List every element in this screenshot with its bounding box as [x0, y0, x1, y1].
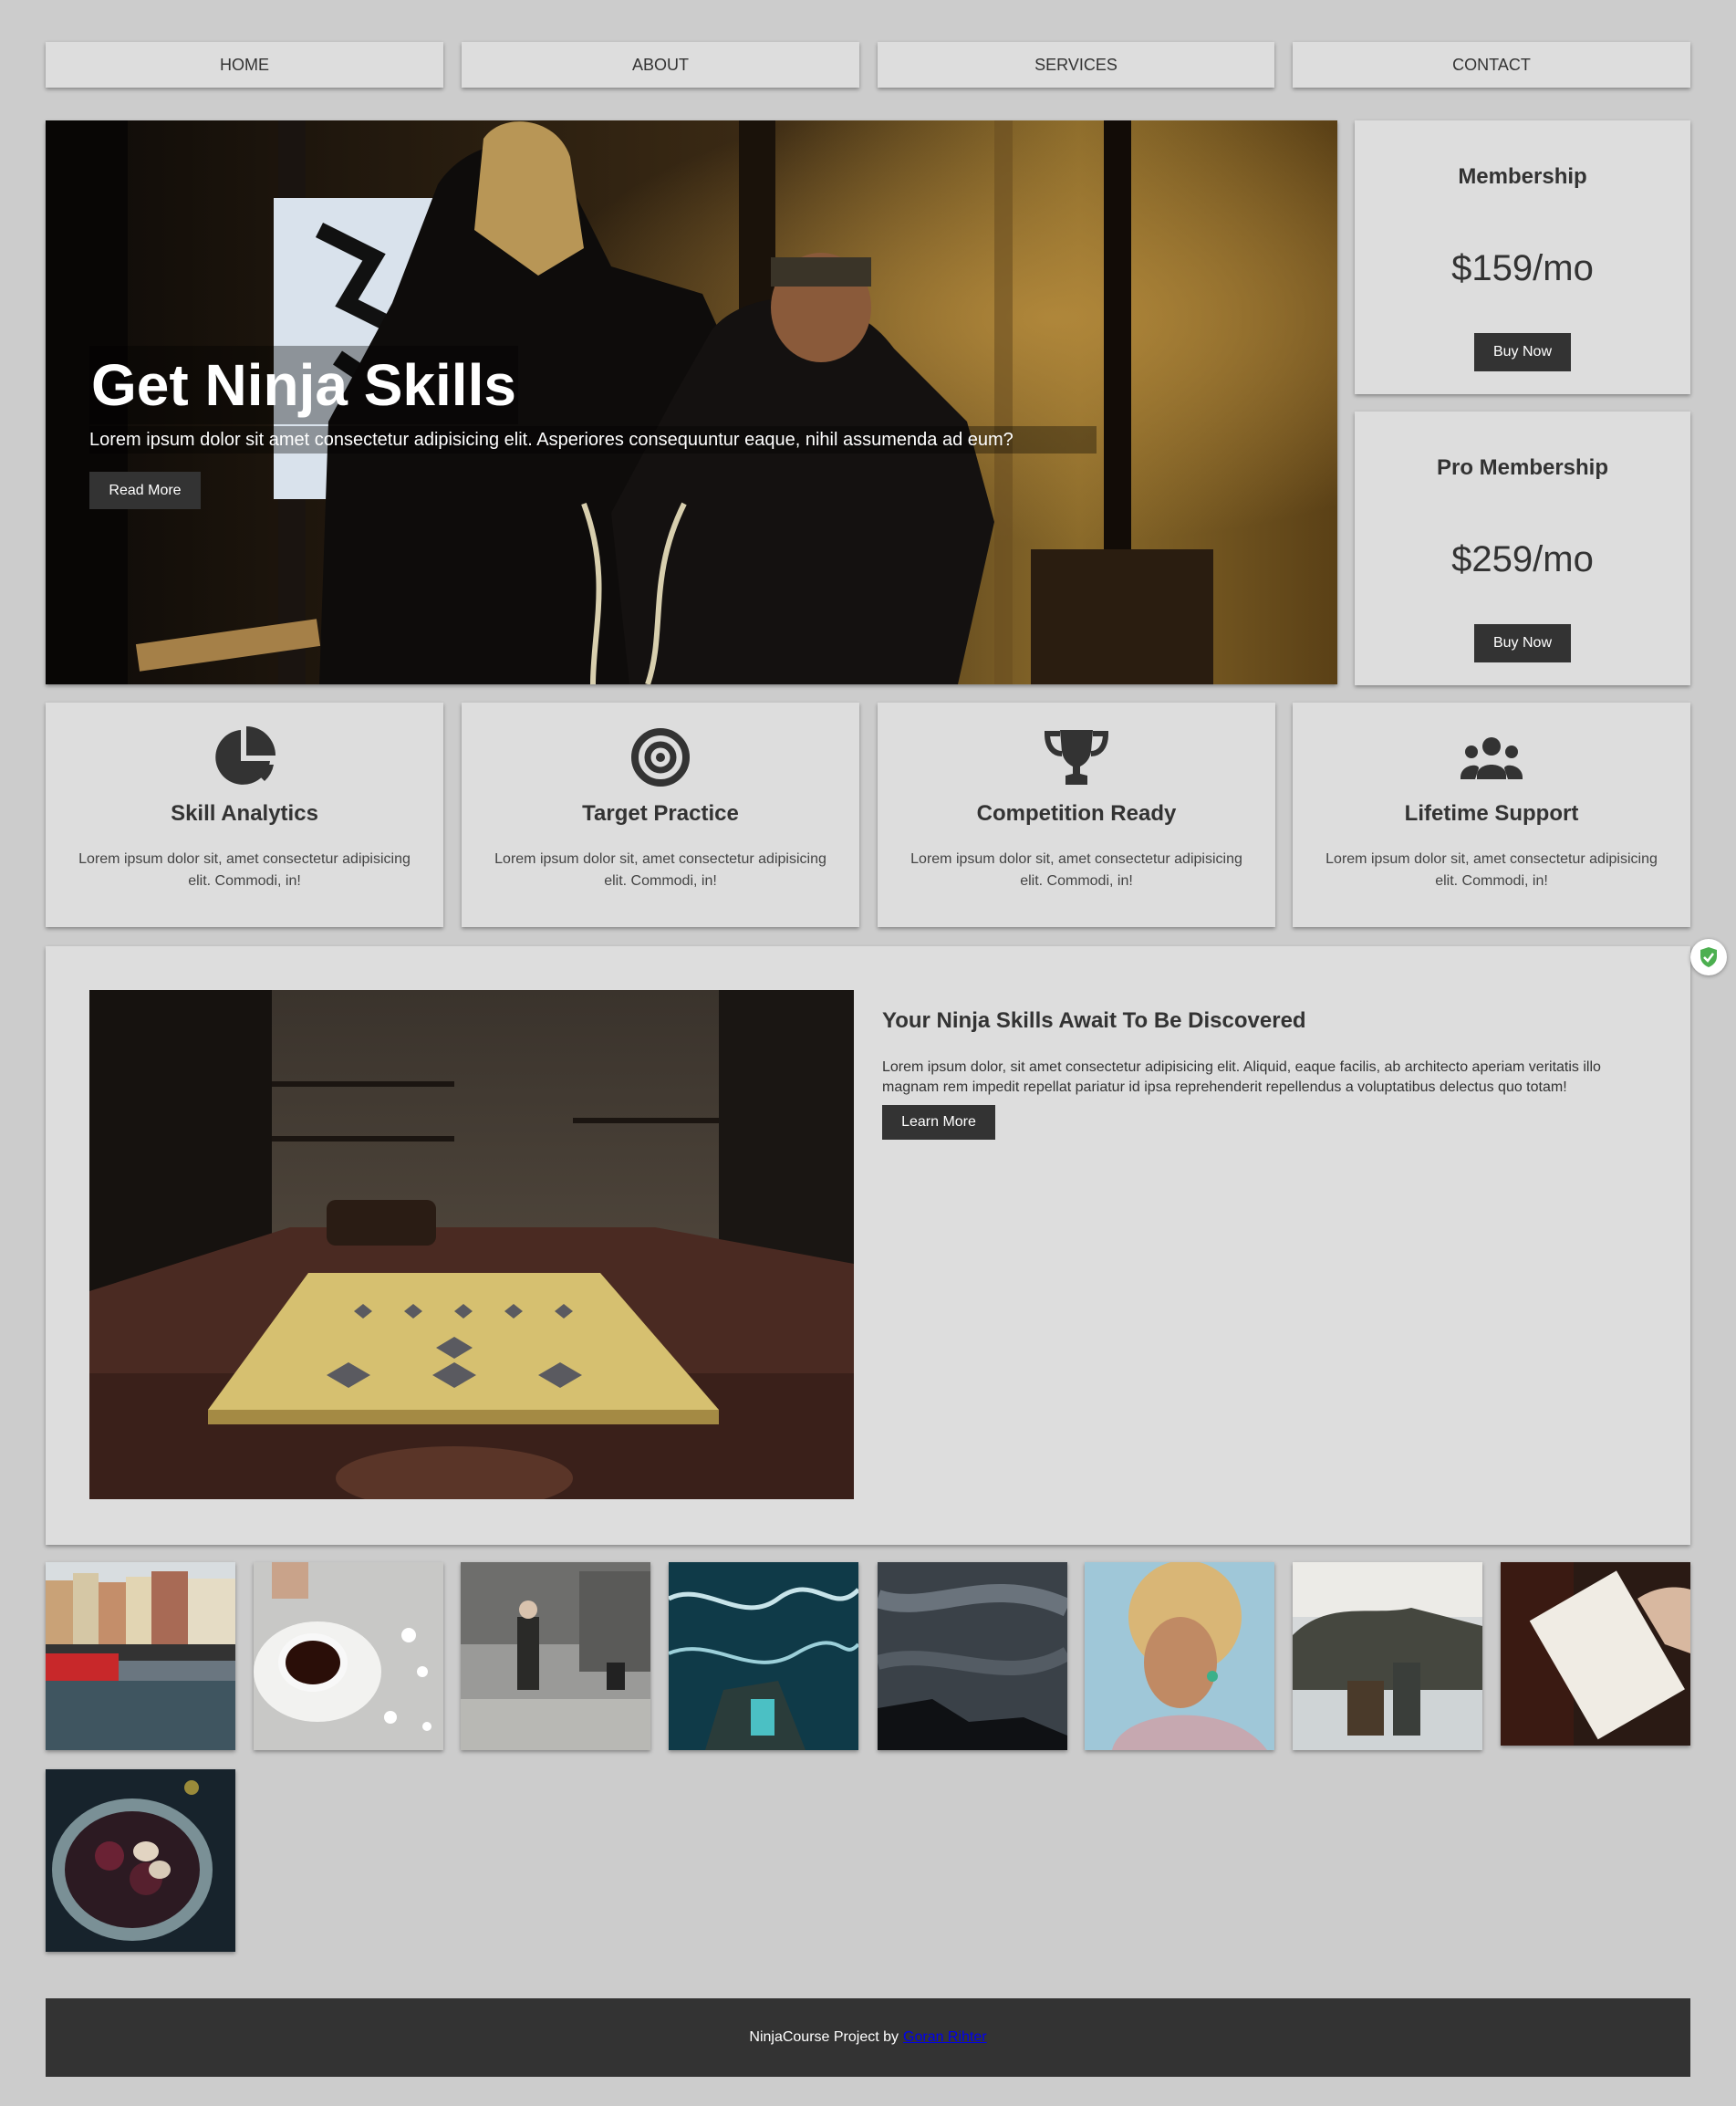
feature-title: Skill Analytics [171, 801, 318, 826]
trophy-icon [1044, 730, 1109, 785]
gallery-image-street[interactable] [461, 1562, 650, 1750]
nav-about-label: ABOUT [631, 55, 689, 74]
pro-membership-title: Pro Membership [1436, 455, 1609, 480]
nav-home-label: HOME [220, 55, 269, 74]
feature-title: Target Practice [582, 801, 739, 826]
read-more-button[interactable]: Read More [89, 472, 201, 509]
dojo-image [89, 990, 854, 1499]
gallery-image-sky[interactable] [878, 1562, 1067, 1750]
feature-text: Lorem ipsum dolor sit, amet consectetur … [1325, 851, 1658, 889]
membership-title: Membership [1458, 164, 1587, 189]
feature-title: Competition Ready [976, 801, 1177, 826]
gallery-image-ocean[interactable] [669, 1562, 858, 1750]
gallery-image-food[interactable] [46, 1769, 235, 1952]
feature-text: Lorem ipsum dolor sit, amet consectetur … [494, 851, 826, 889]
feature-competition-ready: Competition Ready Lorem ipsum dolor sit,… [878, 703, 1275, 927]
gallery-image-tea[interactable] [254, 1562, 443, 1750]
gallery-image-portrait[interactable] [1085, 1562, 1274, 1750]
about-text: Lorem ipsum dolor, sit amet consectetur … [882, 1059, 1601, 1095]
gallery-image-book[interactable] [1501, 1562, 1690, 1746]
footer: NinjaCourse Project by Goran Rihter [46, 1998, 1690, 2077]
feature-title: Lifetime Support [1404, 801, 1579, 826]
pro-membership-card: Pro Membership $259/mo Buy Now [1355, 412, 1690, 685]
target-icon [631, 728, 690, 787]
feature-target-practice: Target Practice Lorem ipsum dolor sit, a… [462, 703, 859, 927]
buy-pro-membership-button[interactable]: Buy Now [1474, 624, 1571, 662]
feature-skill-analytics: Skill Analytics Lorem ipsum dolor sit, a… [46, 703, 443, 927]
nav-home[interactable]: HOME [46, 42, 443, 88]
learn-more-button[interactable]: Learn More [882, 1105, 995, 1140]
shield-check-icon[interactable] [1690, 939, 1727, 975]
nav-services[interactable]: SERVICES [878, 42, 1274, 88]
feature-text: Lorem ipsum dolor sit, amet consectetur … [78, 851, 411, 889]
users-icon [1461, 737, 1523, 779]
hero-section: Get Ninja Skills Lorem ipsum dolor sit a… [46, 120, 1337, 684]
gallery-image-camp[interactable] [1293, 1562, 1482, 1750]
nav-about[interactable]: ABOUT [462, 42, 859, 88]
nav-services-label: SERVICES [1034, 55, 1117, 74]
pie-chart-icon [215, 726, 275, 785]
feature-text: Lorem ipsum dolor sit, amet consectetur … [910, 851, 1242, 889]
membership-card: Membership $159/mo Buy Now [1355, 120, 1690, 394]
gallery-image-harbor[interactable] [46, 1562, 235, 1750]
hero-title: Get Ninja Skills [89, 346, 518, 424]
membership-price: $159/mo [1451, 248, 1594, 288]
footer-text: NinjaCourse Project by [749, 2029, 899, 2045]
about-section: Your Ninja Skills Await To Be Discovered… [46, 946, 1690, 1545]
hero-text: Lorem ipsum dolor sit amet consectetur a… [89, 426, 1097, 454]
nav-contact[interactable]: CONTACT [1293, 42, 1690, 88]
feature-lifetime-support: Lifetime Support Lorem ipsum dolor sit, … [1293, 703, 1690, 927]
author-link[interactable]: Goran Rihter [903, 2029, 987, 2046]
nav-contact-label: CONTACT [1452, 55, 1531, 74]
pro-membership-price: $259/mo [1451, 539, 1594, 579]
about-title: Your Ninja Skills Await To Be Discovered [882, 1008, 1306, 1033]
buy-membership-button[interactable]: Buy Now [1474, 333, 1571, 371]
